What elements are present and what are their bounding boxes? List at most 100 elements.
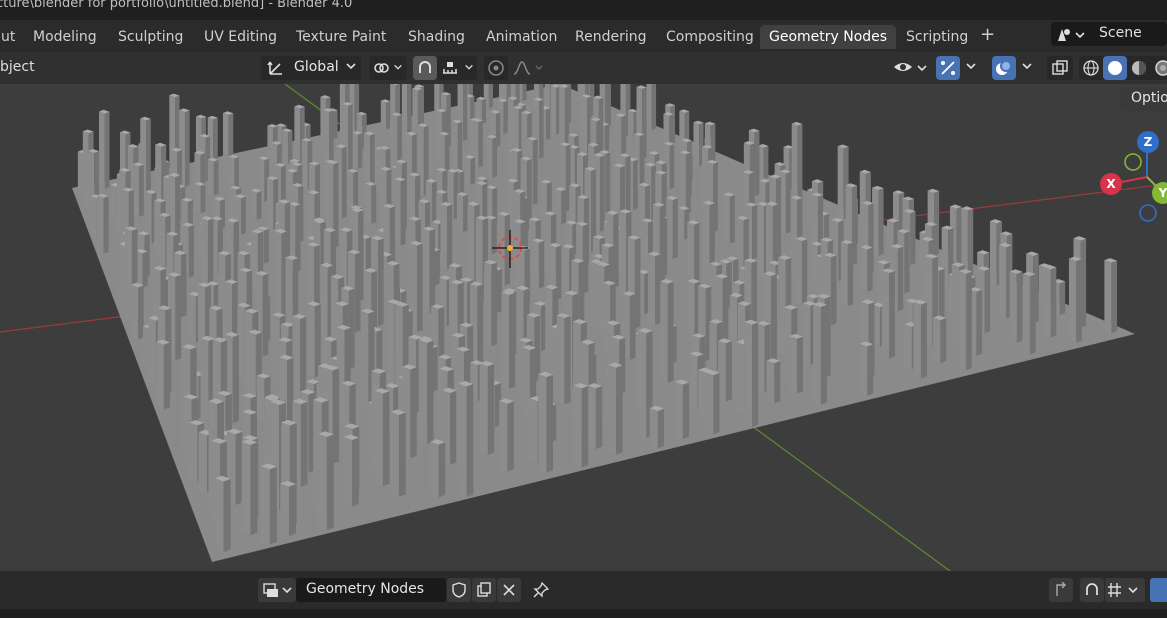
- pillar-left-face: [394, 179, 401, 246]
- pillar-right-face: [188, 224, 195, 279]
- pillar-right-face: [180, 252, 187, 318]
- pillar-left-face: [452, 121, 458, 176]
- pillar-left-face: [744, 321, 753, 428]
- pillar-left-face: [189, 422, 198, 482]
- pillar-left-face: [532, 240, 539, 289]
- pillar-right-face: [250, 442, 258, 536]
- tab-animation[interactable]: Animation: [477, 25, 566, 49]
- pin-icon[interactable]: [529, 578, 553, 606]
- tab-geometry-nodes[interactable]: Geometry Nodes: [760, 25, 897, 49]
- pillar-right-face: [300, 401, 308, 487]
- pillar-right-face: [491, 217, 497, 255]
- tab-layout[interactable]: ut: [0, 25, 24, 49]
- falloff-curve-icon[interactable]: [511, 56, 545, 85]
- pillar-right-face: [503, 100, 508, 135]
- gizmo-z-axis[interactable]: Z: [1137, 131, 1159, 153]
- pillar-right-face: [326, 434, 334, 531]
- pillar-left-face: [559, 86, 565, 151]
- pillar-right-face: [751, 204, 758, 260]
- pillar-right-face: [235, 431, 243, 506]
- pillar-left-face: [529, 398, 538, 463]
- grid-snap-icon: [1106, 578, 1144, 606]
- pillar-left-face: [581, 95, 588, 162]
- pillar-right-face: [256, 190, 262, 220]
- pillar-right-face: [138, 285, 144, 340]
- gizmo-chevron-icon[interactable]: [963, 56, 979, 80]
- pillar-left-face: [813, 304, 821, 405]
- pillar-left-face: [380, 100, 387, 130]
- object-mode-label[interactable]: bject: [0, 59, 35, 75]
- pillar-right-face: [1059, 281, 1066, 316]
- viewport-3d[interactable]: [0, 84, 1167, 571]
- overlays-chevron-icon[interactable]: [1019, 56, 1035, 80]
- pillar-left-face: [250, 190, 257, 220]
- pillar-left-face: [837, 146, 844, 220]
- pillar-right-face: [386, 101, 391, 130]
- tab-sculpting[interactable]: Sculpting: [109, 25, 192, 49]
- pillar-left-face: [248, 331, 256, 402]
- pillar-right-face: [398, 412, 406, 497]
- pillar-right-face: [1076, 258, 1082, 343]
- tab-scripting[interactable]: Scripting: [897, 25, 977, 49]
- pillar-left-face: [99, 111, 105, 189]
- gizmo-y-axis[interactable]: Y: [1152, 182, 1167, 204]
- pillar-right-face: [599, 155, 605, 232]
- pillar-right-face: [581, 385, 589, 468]
- pillar-left-face: [689, 353, 698, 410]
- tab-rendering[interactable]: Rendering: [566, 25, 656, 49]
- pillar-right-face: [867, 247, 873, 292]
- pillar-left-face: [619, 211, 627, 299]
- pillar-left-face: [757, 203, 764, 281]
- pillar-left-face: [795, 238, 802, 304]
- solid-shading-icon: [1104, 56, 1126, 85]
- pillar-right-face: [365, 236, 372, 273]
- pillar-left-face: [484, 261, 492, 347]
- pillar-right-face: [539, 99, 544, 159]
- node-editor-header: [0, 571, 1167, 609]
- pillar-left-face: [318, 433, 327, 531]
- tab-texture-paint[interactable]: Texture Paint: [287, 25, 395, 49]
- pillar-left-face: [390, 411, 399, 497]
- pillar-right-face: [564, 86, 570, 151]
- pillar-left-face: [550, 85, 556, 135]
- pillar-right-face: [457, 121, 463, 176]
- tab-modeling[interactable]: Modeling: [24, 25, 106, 49]
- pillar-left-face: [705, 372, 714, 435]
- pillar-left-face: [646, 84, 652, 130]
- node-overlay-toggle[interactable]: [1150, 578, 1167, 602]
- pillar-right-face: [146, 118, 151, 195]
- pillar-right-face: [427, 340, 434, 444]
- pillar-left-face: [687, 280, 695, 344]
- pillar-right-face: [538, 240, 545, 289]
- wireframe-shading-icon[interactable]: [1080, 56, 1102, 85]
- pillar-left-face: [228, 156, 235, 191]
- visibility-eye-icon[interactable]: [891, 56, 931, 86]
- pillar-left-face: [556, 315, 565, 405]
- material-shading-icon[interactable]: [1128, 56, 1150, 85]
- tab-uv-editing[interactable]: UV Editing: [195, 25, 286, 49]
- pillar-right-face: [1029, 274, 1036, 355]
- scene-icon[interactable]: [1054, 26, 1088, 44]
- xray-icon: [1048, 56, 1072, 85]
- pillar-left-face: [148, 318, 156, 386]
- pillar-right-face: [450, 390, 457, 465]
- pillar-left-face: [347, 170, 354, 210]
- pillar-left-face: [194, 183, 201, 214]
- pillar-left-face: [360, 310, 369, 411]
- pillar-left-face: [904, 324, 912, 369]
- pillar-right-face: [463, 194, 469, 233]
- pillar-left-face: [486, 136, 493, 178]
- rendered-shading-icon[interactable]: [1152, 56, 1167, 85]
- tab-shading[interactable]: Shading: [399, 25, 474, 49]
- pillar-left-face: [766, 360, 775, 404]
- pillar-right-face: [976, 289, 983, 356]
- pillar-left-face: [989, 221, 997, 286]
- pillar-right-face: [333, 110, 338, 140]
- pillar-right-face: [357, 132, 363, 169]
- pillar-left-face: [607, 364, 617, 455]
- tab-compositing[interactable]: Compositing: [657, 25, 763, 49]
- gizmo-x-axis[interactable]: X: [1100, 173, 1122, 195]
- add-workspace-icon[interactable]: +: [980, 24, 995, 45]
- pillar-right-face: [910, 211, 916, 266]
- pillar-right-face: [138, 164, 144, 217]
